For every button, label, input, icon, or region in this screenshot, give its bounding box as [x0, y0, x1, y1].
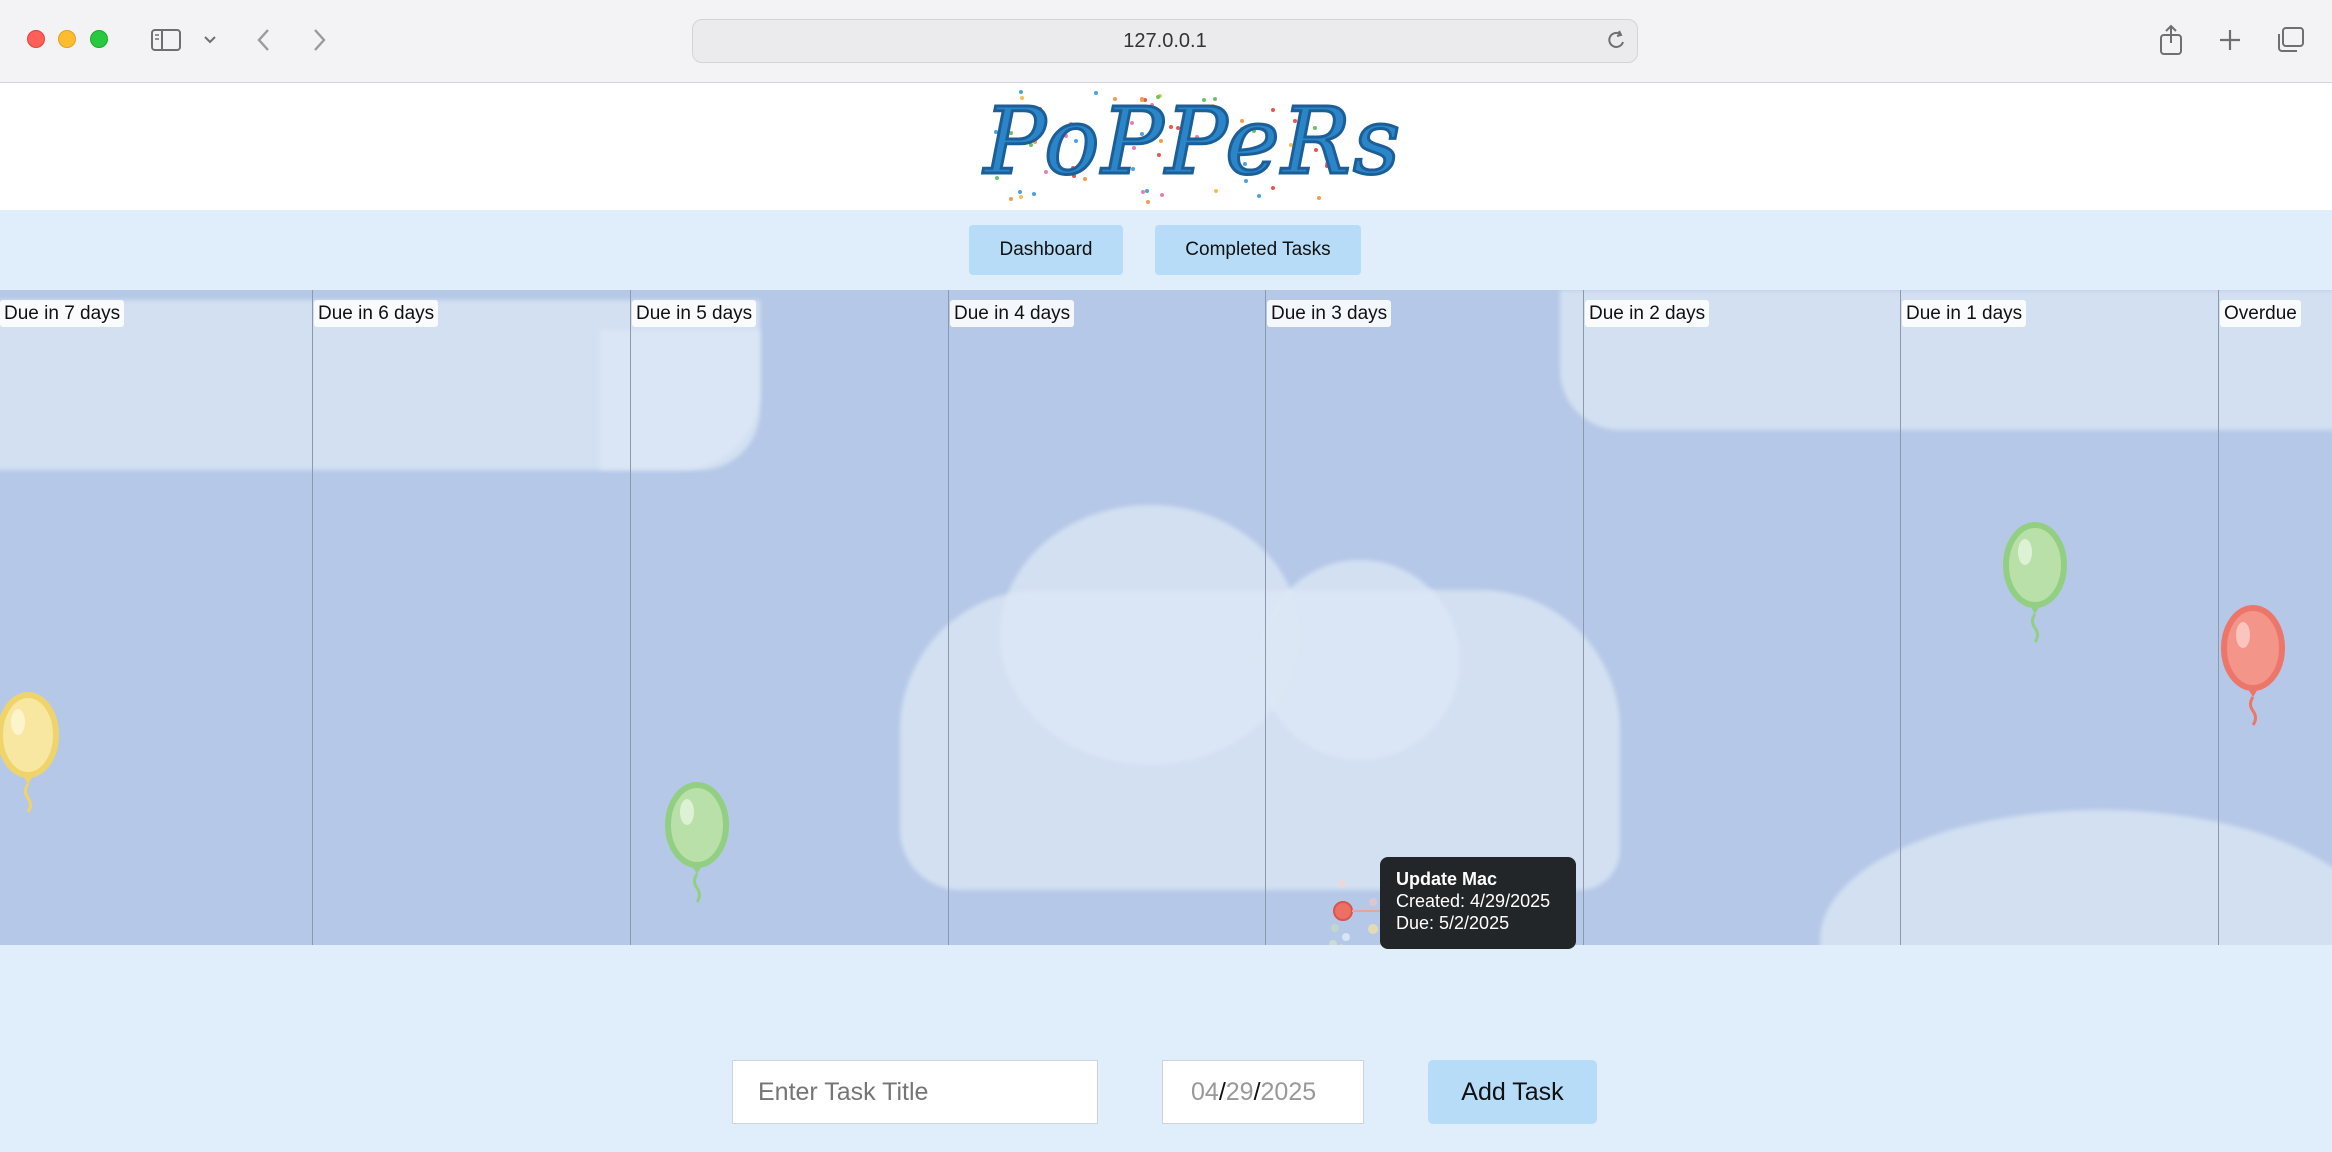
due-date-input[interactable]: 04/29/2025: [1162, 1060, 1364, 1124]
confetti-dot: [1008, 196, 1013, 201]
app-header: PoPPeRs: [0, 84, 2332, 210]
column-divider: [630, 290, 631, 945]
column-label-3-days: Due in 3 days: [1267, 300, 1392, 327]
tabs-overview-icon[interactable]: [2274, 22, 2306, 58]
url-text: 127.0.0.1: [1123, 29, 1207, 52]
sidebar-icon[interactable]: [148, 22, 184, 58]
zoom-window-button[interactable]: [90, 30, 108, 48]
confetti-dot: [1317, 195, 1322, 200]
nav-bar: Dashboard Completed Tasks: [0, 210, 2332, 290]
logo: PoPPeRs: [983, 84, 1403, 210]
column-divider: [1900, 290, 1901, 945]
balloon-sky: Due in 7 days Due in 6 days Due in 5 day…: [0, 290, 2332, 945]
date-day[interactable]: 29: [1226, 1078, 1254, 1107]
column-label-1-days: Due in 1 days: [1902, 300, 2027, 327]
date-separator: /: [1253, 1077, 1261, 1106]
address-bar[interactable]: 127.0.0.1: [692, 19, 1638, 63]
add-task-form: 04/29/2025 Add Task: [0, 945, 2332, 1152]
column-label-6-days: Due in 6 days: [314, 300, 439, 327]
task-balloon-green[interactable]: [662, 780, 732, 910]
date-separator: /: [1218, 1077, 1226, 1106]
share-icon[interactable]: [2156, 22, 2186, 58]
column-divider: [312, 290, 313, 945]
completed-tasks-button[interactable]: Completed Tasks: [1155, 225, 1361, 275]
logo-text: PoPPeRs: [983, 87, 1403, 197]
column-label-5-days: Due in 5 days: [632, 300, 757, 327]
date-year[interactable]: 2025: [1261, 1078, 1317, 1107]
close-window-button[interactable]: [27, 30, 45, 48]
task-balloon-red[interactable]: [2218, 603, 2288, 733]
column-divider: [1583, 290, 1584, 945]
cloud: [1820, 810, 2332, 945]
task-tooltip: Update Mac Created: 4/29/2025 Due: 5/2/2…: [1380, 857, 1576, 949]
forward-icon[interactable]: [307, 22, 331, 58]
column-label-4-days: Due in 4 days: [950, 300, 1075, 327]
new-tab-icon[interactable]: [2215, 22, 2245, 58]
app-page: PoPPeRs Dashboard Completed Tasks Due in…: [0, 84, 2332, 1152]
tooltip-due: Due: 5/2/2025: [1396, 913, 1510, 933]
column-label-2-days: Due in 2 days: [1585, 300, 1710, 327]
browser-toolbar: 127.0.0.1: [0, 0, 2332, 83]
column-divider: [1265, 290, 1266, 945]
column-label-7-days: Due in 7 days: [0, 300, 125, 327]
chevron-down-icon[interactable]: [200, 22, 220, 58]
tooltip-created: Created: 4/29/2025: [1396, 891, 1551, 911]
back-icon[interactable]: [252, 22, 276, 58]
tooltip-title: Update Mac: [1396, 869, 1498, 889]
minimize-window-button[interactable]: [58, 30, 76, 48]
task-balloon-yellow[interactable]: [0, 690, 66, 820]
column-label-overdue: Overdue: [2220, 300, 2301, 327]
date-month[interactable]: 04: [1191, 1078, 1219, 1107]
dashboard-button[interactable]: Dashboard: [969, 225, 1123, 275]
task-title-input[interactable]: [732, 1060, 1098, 1124]
task-balloon-green[interactable]: [2000, 520, 2070, 650]
cloud: [1260, 560, 1460, 760]
reload-icon[interactable]: [1605, 29, 1627, 59]
confetti-dot: [1146, 200, 1151, 205]
confetti-dot: [1018, 195, 1023, 200]
add-task-button[interactable]: Add Task: [1428, 1060, 1597, 1124]
column-divider: [948, 290, 949, 945]
cloud: [1000, 505, 1300, 765]
